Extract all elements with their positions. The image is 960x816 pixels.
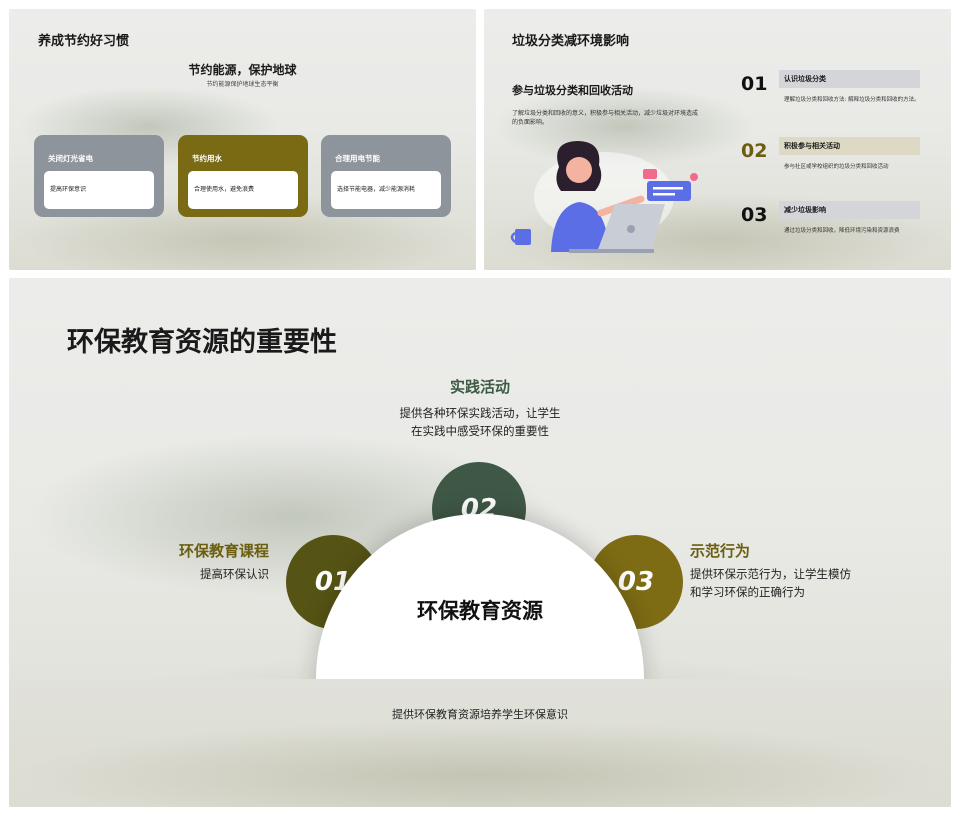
- card-title: 合理用电节能: [335, 154, 380, 163]
- woman-laptop-illustration: [510, 141, 698, 253]
- topic-course-desc: 提高环保认识: [200, 567, 269, 581]
- desc-line: 提供各种环保实践活动，让学生: [399, 406, 561, 420]
- desc-line: 和学习环保的正确行为: [690, 585, 805, 599]
- ground-band: [9, 679, 951, 807]
- topic-demo-heading: 示范行为: [690, 542, 751, 560]
- topic-practice-heading: 实践活动: [449, 378, 510, 396]
- card-save-power: 合理用电节能 选择节能电器，减少能源消耗: [321, 135, 451, 217]
- card-body: 提高环保意识: [44, 171, 154, 209]
- center-label: 环保教育资源: [417, 599, 543, 623]
- slide-waste-sorting[interactable]: 垃圾分类减环境影响 参与垃圾分类和回收活动 了解垃圾分类和回收的意义，积极参与相…: [484, 9, 951, 270]
- topic-course-heading: 环保教育课程: [178, 542, 269, 560]
- slide-subtitle-desc: 节约能源保护地球生态平衡: [206, 81, 279, 88]
- card-body: 合理使用水，避免浪费: [188, 171, 298, 209]
- step-desc: 通过垃圾分类和回收，降低环境污染和资源浪费: [784, 228, 900, 234]
- step-tag: 积极参与相关活动: [779, 137, 920, 155]
- step-desc: 参与社区或学校组织的垃圾分类和回收活动: [784, 164, 889, 170]
- step-number: 01: [741, 73, 768, 95]
- card-title: 关闭灯光省电: [48, 154, 93, 163]
- desc-line: 提供环保示范行为，让学生模仿: [690, 567, 851, 581]
- slide-title: 养成节约好习惯: [38, 34, 130, 49]
- desc-line: 在实践中感受环保的重要性: [411, 424, 549, 438]
- card-save-water: 节约用水 合理使用水，避免浪费: [178, 135, 308, 217]
- slide-education-resources[interactable]: 环保教育资源的重要性 实践活动 提供各种环保实践活动，让学生 在实践中感受环保的…: [9, 278, 951, 807]
- step-desc: 理解垃圾分类和回收方法: 解释垃圾分类和回收的方法。: [784, 97, 920, 103]
- step-number: 03: [741, 204, 768, 226]
- slide-subtitle: 节约能源，保护地球: [188, 63, 297, 77]
- section-heading: 参与垃圾分类和回收活动: [512, 84, 633, 97]
- step-tag: 认识垃圾分类: [779, 70, 920, 88]
- card-lights-off: 关闭灯光省电 提高环保意识: [34, 135, 164, 217]
- slide-caption: 提供环保教育资源培养学生环保意识: [392, 708, 568, 721]
- slide-title: 环保教育资源的重要性: [67, 327, 337, 358]
- card-body: 选择节能电器，减少能源消耗: [331, 171, 441, 209]
- slide-save-habits[interactable]: 养成节约好习惯 节约能源，保护地球 节约能源保护地球生态平衡 关闭灯光省电 提高…: [9, 9, 476, 270]
- card-title: 节约用水: [192, 154, 222, 163]
- step-number: 02: [741, 140, 768, 162]
- step-tag: 减少垃圾影响: [779, 201, 920, 219]
- topic-demo-desc: 提供环保示范行为，让学生模仿 和学习环保的正确行为: [690, 565, 870, 601]
- slide-title: 垃圾分类减环境影响: [512, 34, 630, 49]
- topic-practice-desc: 提供各种环保实践活动，让学生 在实践中感受环保的重要性: [9, 404, 951, 440]
- section-desc: 了解垃圾分类和回收的意义，积极参与相关活动，减少垃圾对环境造成的负面影响。: [512, 110, 699, 126]
